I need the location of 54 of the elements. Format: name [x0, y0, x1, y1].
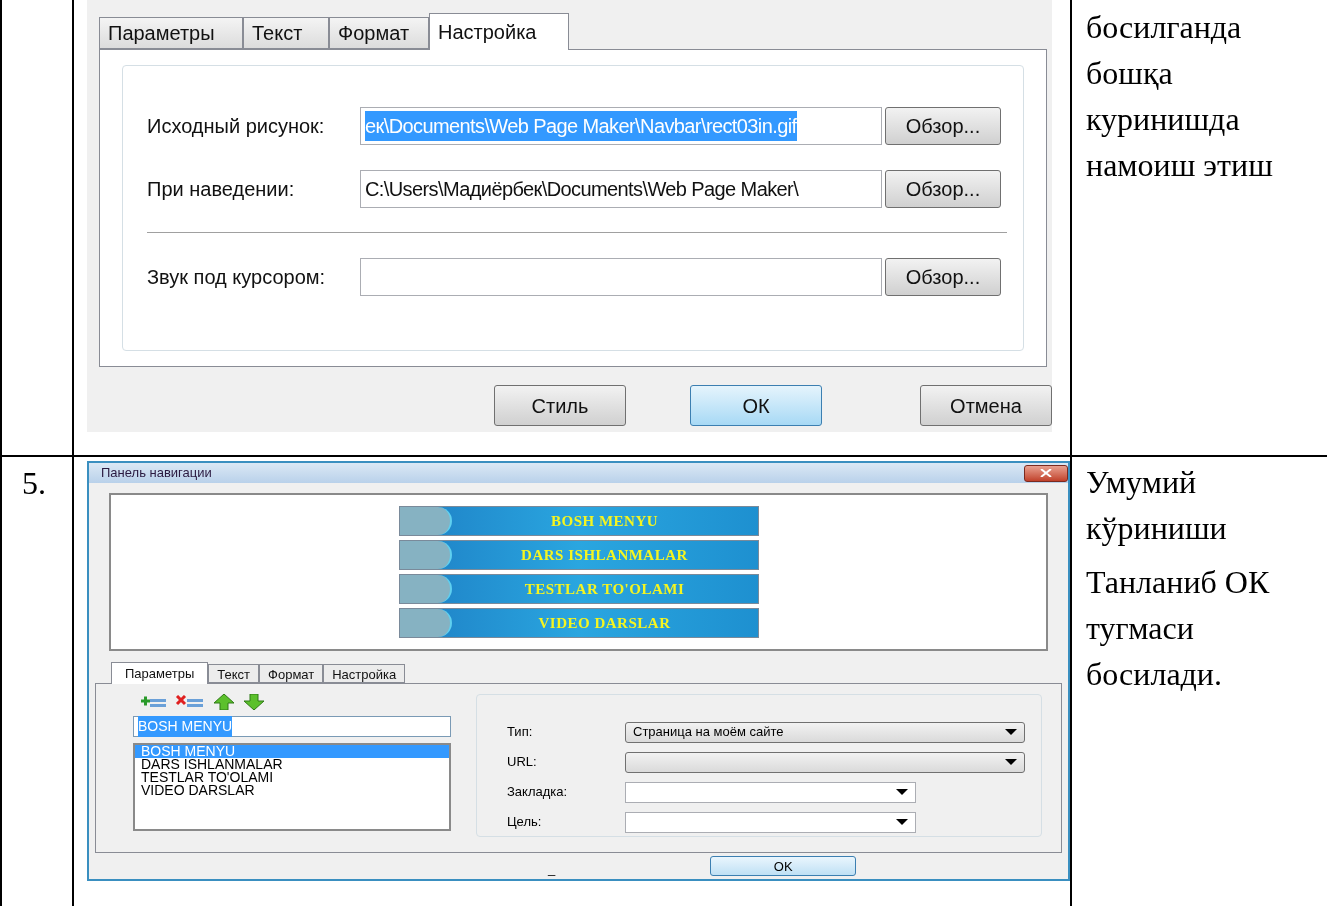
row-number: 5. — [22, 465, 46, 501]
note-paragraph: Танланиб ОК тугмаси босилади. — [1086, 563, 1271, 694]
list-item[interactable]: TESTLAR TO'OLAMI — [135, 771, 449, 784]
browse-button[interactable]: Обзор... — [885, 258, 1001, 296]
path-text: ек\Documents\Web Page Maker\Navbar\rect03in.gif — [365, 111, 797, 141]
tab[interactable]: Формат — [259, 664, 324, 683]
dialog-button[interactable]: Отмена — [920, 385, 1052, 426]
browse-button[interactable]: Обзор... — [885, 107, 1001, 145]
tab[interactable]: Текст — [208, 664, 260, 683]
add-item-icon — [139, 695, 167, 709]
path-text: C:\Users\Мадиёрбек\Documents\Web Page Maker\ — [365, 177, 799, 202]
underscore-mark: _ — [548, 859, 556, 878]
field-label: Цель: — [507, 813, 543, 832]
field-label: При наведении: — [147, 177, 296, 202]
list-item[interactable]: DARS ISHLANMALAR — [135, 758, 449, 771]
ok-button[interactable]: OK — [710, 855, 857, 876]
tab[interactable]: Формат — [329, 17, 429, 49]
tab[interactable]: Текст — [243, 17, 329, 49]
browse-button[interactable]: Обзор... — [885, 170, 1001, 208]
tab[interactable]: Настройка — [429, 13, 569, 50]
tab[interactable]: Параметры — [99, 17, 243, 49]
list-box[interactable]: BOSH MENYU DARS ISHLANMALAR TESTLAR TO'OLAMI VIDEO DARSLAR — [133, 743, 451, 831]
caret-icon — [1005, 759, 1017, 765]
note-paragraph: босилганда бошқа куринишда намоиш этиш — [1086, 8, 1274, 185]
nav-button-tab-icon — [399, 609, 452, 637]
window-title: Панель навигации — [101, 464, 212, 483]
dropdown[interactable]: Страница на моём сайте — [625, 721, 1025, 743]
field-label: Закладка: — [507, 783, 569, 802]
caret-icon — [1005, 729, 1017, 735]
dropdown[interactable] — [625, 751, 1025, 773]
nav-button-tab-icon — [399, 541, 452, 569]
tab[interactable]: Настройка — [323, 664, 406, 683]
note-paragraph: Умумий кўриниши — [1086, 463, 1228, 548]
field-label: Исходный рисунок: — [147, 114, 326, 139]
path-field[interactable] — [360, 258, 882, 296]
nav-button-tab-icon — [399, 575, 452, 603]
caret-icon — [896, 789, 908, 795]
caret-icon — [896, 819, 908, 825]
arrow-down-icon — [243, 694, 265, 710]
nav-button-tab-icon — [399, 507, 452, 535]
field-label: Звук под курсором: — [147, 265, 327, 290]
combo-box[interactable] — [625, 811, 916, 833]
field-label: Тип: — [507, 723, 534, 742]
field-label: URL: — [507, 753, 538, 772]
list-item[interactable]: VIDEO DARSLAR — [135, 784, 449, 797]
dialog-button[interactable]: Стиль — [494, 385, 626, 426]
delete-item-icon — [175, 695, 205, 709]
close-icon — [1040, 469, 1052, 477]
tab[interactable]: Параметры — [111, 662, 209, 684]
combo-box[interactable] — [625, 781, 916, 803]
close-button[interactable] — [1024, 464, 1068, 482]
arrow-up-icon — [213, 694, 235, 710]
dialog-button[interactable]: ОК — [690, 385, 822, 426]
path-field[interactable]: C:\Users\Мадиёрбек\Documents\Web Page Maker\ — [360, 170, 882, 208]
